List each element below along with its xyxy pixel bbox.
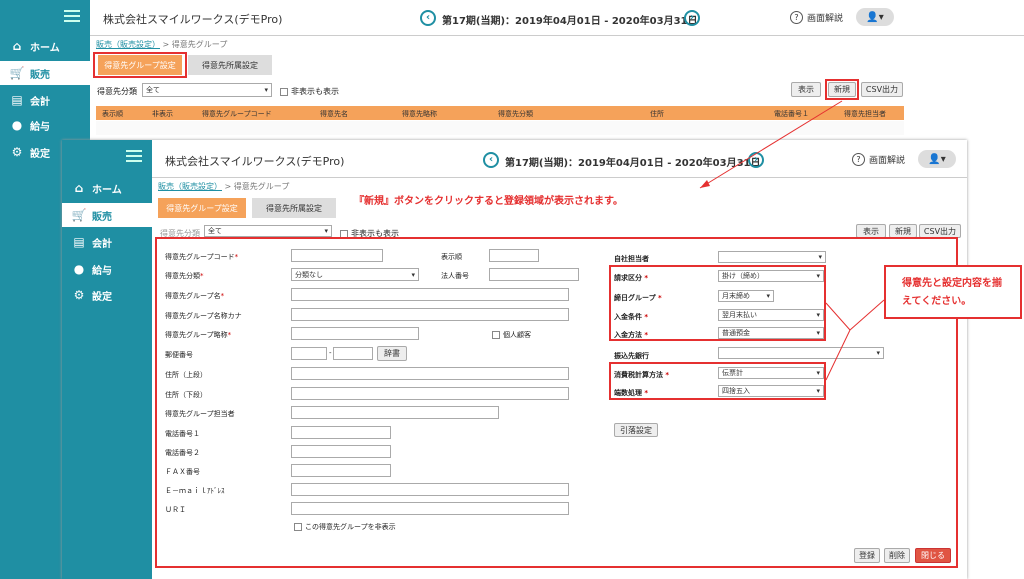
connector-line [825, 302, 851, 331]
connector-line [825, 329, 851, 381]
arrowhead [700, 180, 710, 188]
arrow-line [699, 100, 843, 189]
connector-line [849, 299, 885, 331]
annotation-arrows [699, 100, 885, 381]
